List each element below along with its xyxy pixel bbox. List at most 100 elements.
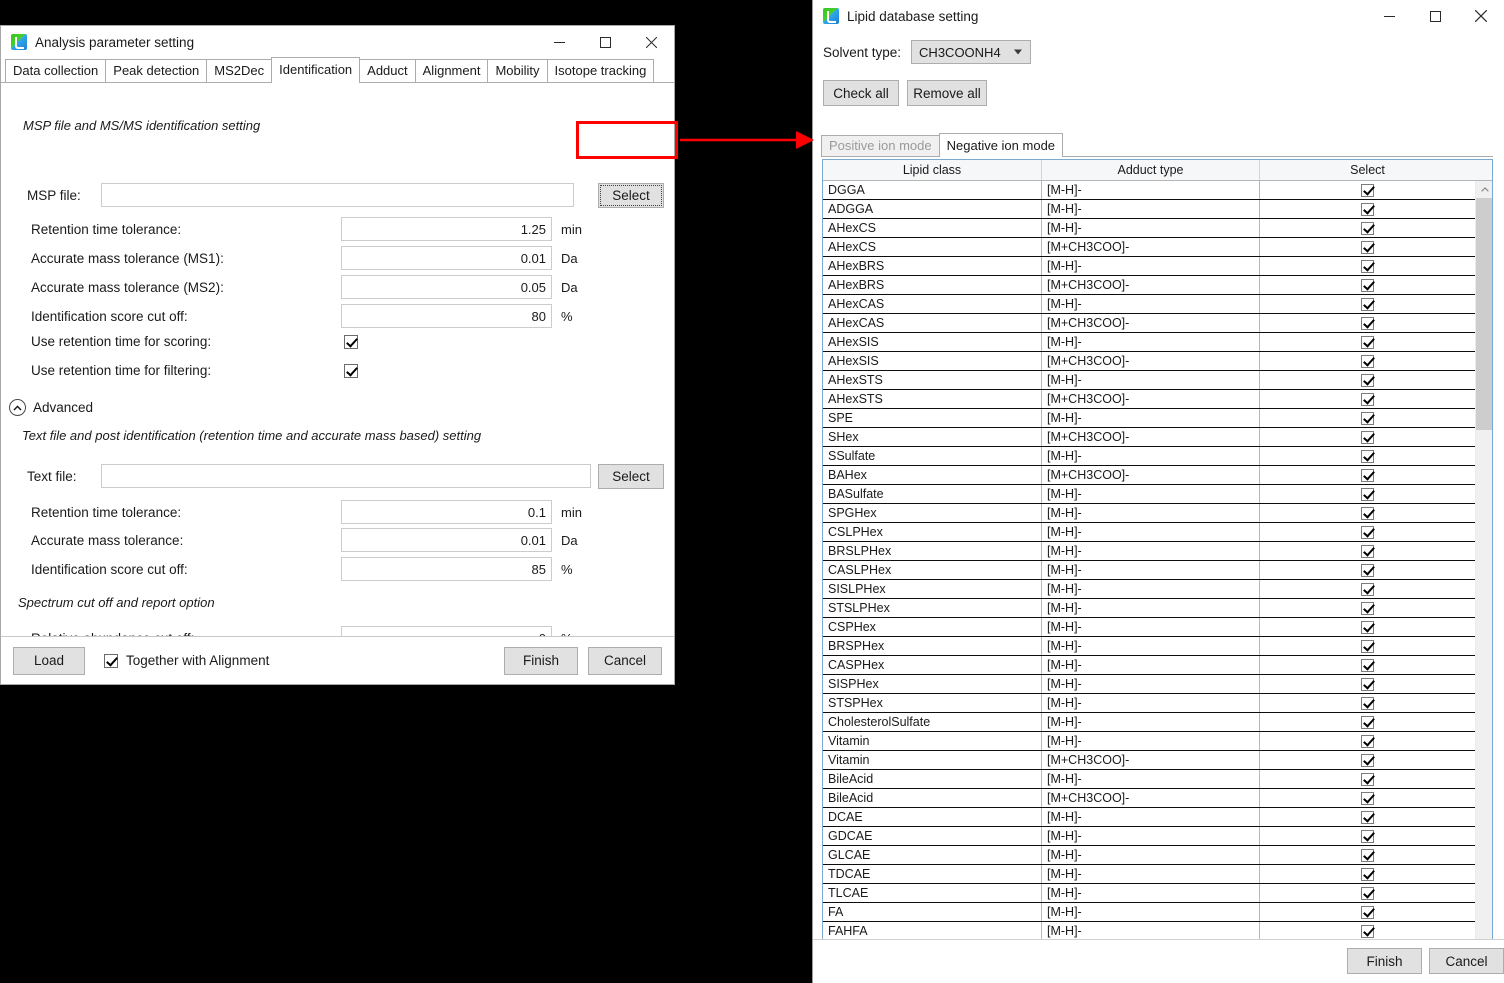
together-with-alignment-checkbox[interactable]	[104, 653, 118, 668]
row-select-checkbox[interactable]	[1361, 430, 1374, 444]
tab-alignment[interactable]: Alignment	[414, 59, 489, 82]
row-select-checkbox[interactable]	[1361, 905, 1374, 919]
table-row[interactable]: DCAE [M-H]-	[823, 808, 1475, 827]
table-row[interactable]: TDCAE [M-H]-	[823, 865, 1475, 884]
row-select-checkbox[interactable]	[1361, 392, 1374, 406]
row-select-checkbox[interactable]	[1361, 677, 1374, 691]
table-row[interactable]: CASLPHex [M-H]-	[823, 561, 1475, 580]
row-select-checkbox[interactable]	[1361, 715, 1374, 729]
grid-vertical-scrollbar[interactable]	[1475, 181, 1492, 970]
table-row[interactable]: TLCAE [M-H]-	[823, 884, 1475, 903]
row-select-checkbox[interactable]	[1361, 411, 1374, 425]
identification-score-cutoff-input[interactable]: 80	[341, 304, 552, 328]
tab-peak-detection[interactable]: Peak detection	[105, 59, 208, 82]
row-select-checkbox[interactable]	[1361, 601, 1374, 615]
retention-time-tolerance-input[interactable]: 1.25	[341, 217, 552, 241]
row-select-checkbox[interactable]	[1361, 449, 1374, 463]
remove-all-button[interactable]: Remove all	[907, 80, 987, 106]
adv-accurate-mass-tolerance-input[interactable]: 0.01	[341, 528, 552, 552]
tab-adduct[interactable]: Adduct	[359, 59, 416, 82]
row-select-checkbox[interactable]	[1361, 335, 1374, 349]
adv-retention-time-tolerance-input[interactable]: 0.1	[341, 500, 552, 524]
table-row[interactable]: AHexSTS [M+CH3COO]-	[823, 390, 1475, 409]
table-row[interactable]: CSPHex [M-H]-	[823, 618, 1475, 637]
table-row[interactable]: ADGGA [M-H]-	[823, 200, 1475, 219]
row-select-checkbox[interactable]	[1361, 582, 1374, 596]
table-row[interactable]: SHex [M+CH3COO]-	[823, 428, 1475, 447]
table-row[interactable]: BileAcid [M+CH3COO]-	[823, 789, 1475, 808]
table-row[interactable]: STSLPHex [M-H]-	[823, 599, 1475, 618]
scrollbar-thumb[interactable]	[1476, 198, 1492, 430]
right-finish-button[interactable]: Finish	[1347, 948, 1422, 974]
row-select-checkbox[interactable]	[1361, 183, 1374, 197]
relative-abundance-cutoff-input[interactable]: 0	[341, 626, 552, 636]
row-select-checkbox[interactable]	[1361, 867, 1374, 881]
row-select-checkbox[interactable]	[1361, 924, 1374, 938]
table-row[interactable]: AHexSIS [M-H]-	[823, 333, 1475, 352]
table-row[interactable]: AHexCAS [M-H]-	[823, 295, 1475, 314]
row-select-checkbox[interactable]	[1361, 563, 1374, 577]
table-row[interactable]: SPGHex [M-H]-	[823, 504, 1475, 523]
table-row[interactable]: SPE [M-H]-	[823, 409, 1475, 428]
row-select-checkbox[interactable]	[1361, 544, 1374, 558]
column-header-select[interactable]: Select	[1260, 160, 1475, 180]
table-row[interactable]: AHexBRS [M-H]-	[823, 257, 1475, 276]
msp-file-input[interactable]	[101, 183, 574, 207]
row-select-checkbox[interactable]	[1361, 886, 1374, 900]
table-row[interactable]: AHexCS [M+CH3COO]-	[823, 238, 1475, 257]
solvent-type-select[interactable]: CH3COONH4	[911, 40, 1032, 64]
tab-positive-ion-mode[interactable]: Positive ion mode	[821, 135, 940, 156]
load-button[interactable]: Load	[13, 646, 85, 675]
row-select-checkbox[interactable]	[1361, 829, 1374, 843]
row-select-checkbox[interactable]	[1361, 753, 1374, 767]
table-row[interactable]: BileAcid [M-H]-	[823, 770, 1475, 789]
right-cancel-button[interactable]: Cancel	[1429, 948, 1504, 974]
table-row[interactable]: GDCAE [M-H]-	[823, 827, 1475, 846]
row-select-checkbox[interactable]	[1361, 658, 1374, 672]
maximize-button[interactable]	[1412, 0, 1458, 32]
row-select-checkbox[interactable]	[1361, 810, 1374, 824]
table-row[interactable]: SISLPHex [M-H]-	[823, 580, 1475, 599]
row-select-checkbox[interactable]	[1361, 278, 1374, 292]
table-row[interactable]: DGGA [M-H]-	[823, 181, 1475, 200]
table-row[interactable]: AHexCAS [M+CH3COO]-	[823, 314, 1475, 333]
table-row[interactable]: GLCAE [M-H]-	[823, 846, 1475, 865]
row-select-checkbox[interactable]	[1361, 373, 1374, 387]
row-select-checkbox[interactable]	[1361, 506, 1374, 520]
row-select-checkbox[interactable]	[1361, 468, 1374, 482]
row-select-checkbox[interactable]	[1361, 639, 1374, 653]
table-row[interactable]: AHexBRS [M+CH3COO]-	[823, 276, 1475, 295]
row-select-checkbox[interactable]	[1361, 772, 1374, 786]
tab-negative-ion-mode[interactable]: Negative ion mode	[938, 133, 1064, 157]
table-row[interactable]: AHexCS [M-H]-	[823, 219, 1475, 238]
row-select-checkbox[interactable]	[1361, 354, 1374, 368]
table-row[interactable]: FA [M-H]-	[823, 903, 1475, 922]
table-row[interactable]: BAHex [M+CH3COO]-	[823, 466, 1475, 485]
check-all-button[interactable]: Check all	[823, 80, 899, 106]
close-button[interactable]	[628, 26, 674, 58]
row-select-checkbox[interactable]	[1361, 202, 1374, 216]
table-row[interactable]: Vitamin [M+CH3COO]-	[823, 751, 1475, 770]
table-row[interactable]: BASulfate [M-H]-	[823, 485, 1475, 504]
left-finish-button[interactable]: Finish	[504, 646, 578, 675]
table-row[interactable]: BRSLPHex [M-H]-	[823, 542, 1475, 561]
row-select-checkbox[interactable]	[1361, 848, 1374, 862]
table-row[interactable]: AHexSTS [M-H]-	[823, 371, 1475, 390]
tab-isotope-tracking[interactable]: Isotope tracking	[546, 59, 655, 82]
row-select-checkbox[interactable]	[1361, 316, 1374, 330]
row-select-checkbox[interactable]	[1361, 221, 1374, 235]
use-rt-filtering-checkbox[interactable]	[344, 363, 358, 378]
adv-identification-score-cutoff-input[interactable]: 85	[341, 557, 552, 581]
text-file-input[interactable]	[101, 464, 591, 488]
accurate-mass-ms2-input[interactable]: 0.05	[341, 275, 552, 299]
column-header-adduct-type[interactable]: Adduct type	[1042, 160, 1260, 180]
table-row[interactable]: STSPHex [M-H]-	[823, 694, 1475, 713]
left-cancel-button[interactable]: Cancel	[588, 646, 662, 675]
tab-mobility[interactable]: Mobility	[487, 59, 548, 82]
maximize-button[interactable]	[582, 26, 628, 58]
advanced-section-toggle[interactable]: Advanced	[9, 399, 93, 416]
row-select-checkbox[interactable]	[1361, 791, 1374, 805]
row-select-checkbox[interactable]	[1361, 620, 1374, 634]
row-select-checkbox[interactable]	[1361, 734, 1374, 748]
minimize-button[interactable]	[1366, 0, 1412, 32]
